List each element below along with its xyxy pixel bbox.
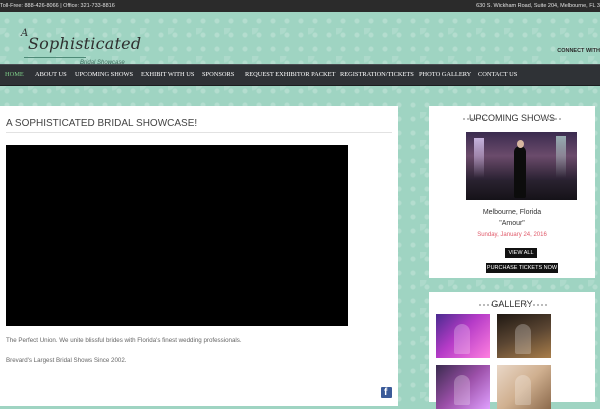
- gallery-ornament-right: [525, 304, 547, 306]
- gallery-thumbnail[interactable]: [436, 365, 490, 409]
- main-nav: HOME ABOUT US UPCOMING SHOWS EXHIBIT WIT…: [0, 64, 600, 86]
- nav-item-request-exhibitor-packet[interactable]: REQUEST EXHIBITOR PACKET: [245, 65, 335, 85]
- thumbnail-figure: [454, 324, 470, 354]
- contact-info: Toll-Free: 888-426-8066 | Office: 321-73…: [0, 3, 115, 9]
- view-all-button[interactable]: VIEW ALL: [505, 248, 537, 258]
- address-info: 630 S. Wickham Road, Suite 204, Melbourn…: [476, 3, 600, 9]
- main-content: A SOPHISTICATED BRIDAL SHOWCASE! The Per…: [0, 106, 398, 406]
- facebook-icon[interactable]: f: [381, 387, 392, 398]
- gallery-thumbnail[interactable]: [497, 314, 551, 358]
- nav-item-exhibit-with-us[interactable]: EXHIBIT WITH US: [141, 65, 194, 85]
- nav-item-contact-us[interactable]: CONTACT US: [478, 65, 517, 85]
- intro-paragraph: The Perfect Union. We unite blissful bri…: [6, 337, 242, 344]
- connect-with-label: CONNECT WITH: [557, 48, 600, 54]
- nav-item-photo-gallery[interactable]: PHOTO GALLERY: [419, 65, 471, 85]
- thumbnail-figure: [515, 375, 531, 405]
- thumbnail-figure: [454, 375, 470, 405]
- page-title: A SOPHISTICATED BRIDAL SHOWCASE!: [6, 118, 198, 129]
- site-logo[interactable]: A Sophisticated Bridal Showcase: [16, 28, 141, 68]
- upcoming-shows-title: UPCOMING SHOWS: [468, 113, 555, 123]
- event-name[interactable]: "Amour": [429, 220, 595, 227]
- event-location: Melbourne, Florida: [482, 209, 542, 216]
- stage-light-left: [474, 138, 484, 178]
- nav-item-sponsors[interactable]: SPONSORS: [202, 65, 234, 85]
- site-header: A Sophisticated Bridal Showcase CONNECT …: [0, 12, 600, 66]
- photo-figure: [514, 146, 526, 198]
- upcoming-shows-panel: UPCOMING SHOWS Melbourne, Florida "Amour…: [429, 106, 595, 278]
- tagline-paragraph: Brevard's Largest Bridal Shows Since 200…: [6, 357, 127, 364]
- gallery-title: GALLERY: [491, 299, 533, 309]
- event-photo[interactable]: [466, 132, 577, 200]
- logo-swirl: [24, 57, 86, 58]
- nav-item-upcoming-shows[interactable]: UPCOMING SHOWS: [75, 65, 133, 85]
- nav-item-registration-tickets[interactable]: REGISTRATION/TICKETS: [340, 65, 414, 85]
- title-ornament-right: [539, 118, 561, 120]
- title-divider: [6, 132, 392, 133]
- video-player[interactable]: [6, 145, 348, 326]
- gallery-thumbnail[interactable]: [436, 314, 490, 358]
- nav-item-home[interactable]: HOME: [5, 65, 24, 85]
- photo-figure-head: [517, 140, 524, 148]
- nav-item-about-us[interactable]: ABOUT US: [35, 65, 67, 85]
- logo-script: Sophisticated: [28, 34, 142, 53]
- event-date: Sunday, January 24, 2016: [477, 232, 547, 238]
- gallery-thumbnail[interactable]: [497, 365, 551, 409]
- purchase-tickets-button[interactable]: PURCHASE TICKETS NOW: [486, 263, 558, 273]
- thumbnail-figure: [515, 324, 531, 354]
- top-bar: Toll-Free: 888-426-8066 | Office: 321-73…: [0, 0, 600, 12]
- gallery-panel: GALLERY: [429, 292, 595, 409]
- stage-light-right: [556, 136, 566, 178]
